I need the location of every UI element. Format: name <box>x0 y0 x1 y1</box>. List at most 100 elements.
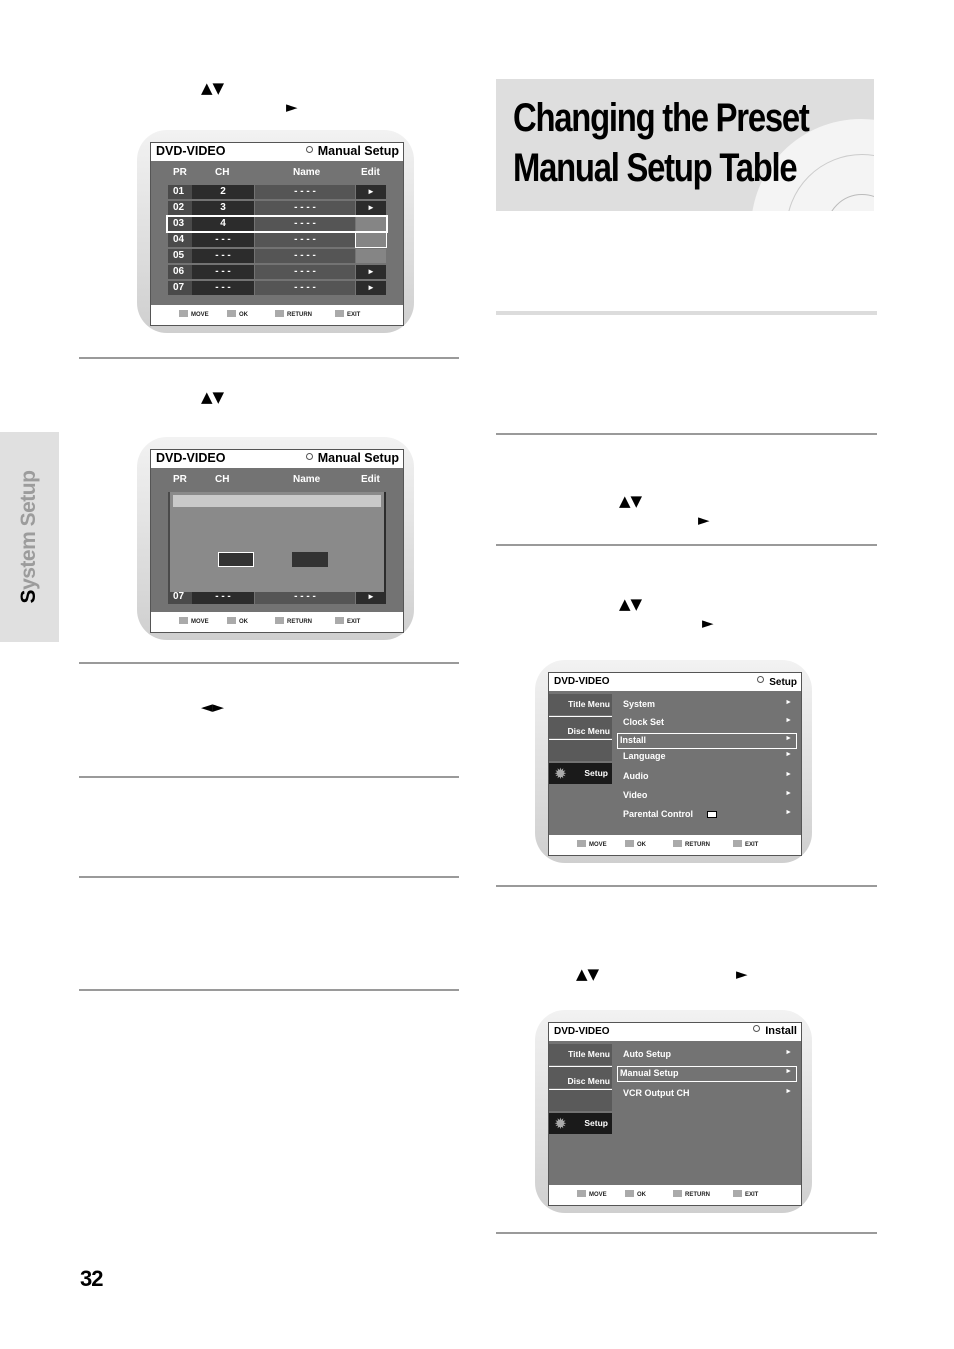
dialog-title-bar <box>173 495 381 507</box>
page-number: 32 <box>80 1266 104 1291</box>
divider <box>496 311 877 315</box>
table-row[interactable]: 04- - -- - - - <box>168 232 387 248</box>
nav-disc-menu[interactable]: Disc Menu <box>549 716 612 738</box>
divider <box>79 989 459 991</box>
ok-icon <box>625 1190 634 1197</box>
up-down-arrow-icon: ▲▼ <box>619 595 643 613</box>
edit-arrow-button[interactable]: ► <box>356 201 386 215</box>
gear-icon: ✹ <box>555 766 566 781</box>
menu-item-video[interactable]: Video ► <box>621 789 796 803</box>
osd-screen-manual-setup-popup: DVD-VIDEO Manual Setup PR CH Name Edit 0… <box>137 437 414 640</box>
table-row[interactable]: 05- - -- - - - <box>168 249 386 263</box>
osd-footer: MOVE OK RETURN EXIT <box>151 612 403 632</box>
osd-footer: MOVE OK RETURN EXIT <box>151 305 403 325</box>
move-icon <box>577 840 586 847</box>
title-banner: Changing the Preset Manual Setup Table <box>496 79 874 211</box>
menu-item-manual-setup[interactable]: Manual Setup ► <box>617 1066 797 1082</box>
menu-item-auto-setup[interactable]: Auto Setup ► <box>621 1048 796 1062</box>
edit-arrow-button[interactable]: ► <box>356 265 386 279</box>
menu-item-vcr-output-ch[interactable]: VCR Output CH ► <box>621 1087 796 1101</box>
move-icon <box>577 1190 586 1197</box>
right-arrow-icon: ► <box>702 614 714 632</box>
dialog-no-button[interactable] <box>292 552 328 567</box>
lock-icon <box>707 811 717 818</box>
table-row[interactable]: 01 2- - - - ► <box>168 185 386 199</box>
section-tab-label: System Setup <box>17 470 40 604</box>
menu-item-install[interactable]: Install ► <box>617 733 797 749</box>
table-row[interactable]: 02 3- - - - ► <box>168 201 386 215</box>
divider <box>79 876 459 878</box>
osd-brand: DVD-VIDEO <box>156 144 226 158</box>
column-header-pr: PR <box>173 167 187 178</box>
nav-setup[interactable]: Setup ✹ <box>549 1113 612 1134</box>
osd-header: DVD-VIDEO Manual Setup <box>151 450 403 468</box>
exit-icon <box>335 310 344 317</box>
right-arrow-icon: ► <box>736 965 748 983</box>
gear-icon: ✹ <box>555 1116 566 1131</box>
menu-item-system[interactable]: System ► <box>621 698 796 712</box>
column-header-edit: Edit <box>361 167 380 178</box>
section-tab: System Setup <box>0 432 59 642</box>
left-right-arrow-icon: ◄► <box>201 698 225 716</box>
right-arrow-icon: ► <box>286 98 298 116</box>
menu-item-clock-set[interactable]: Clock Set ► <box>621 716 796 730</box>
move-icon <box>179 617 188 624</box>
up-down-arrow-icon: ▲▼ <box>576 965 600 983</box>
ok-icon <box>625 840 634 847</box>
divider <box>496 885 877 887</box>
exit-icon <box>335 617 344 624</box>
divider <box>496 433 877 435</box>
dialog-yes-button[interactable] <box>218 552 254 567</box>
return-hint: RETURN <box>275 310 312 318</box>
nav-title-menu[interactable]: Title Menu <box>549 694 612 715</box>
return-icon <box>275 617 284 624</box>
circle-icon <box>305 146 313 153</box>
ok-icon <box>227 310 236 317</box>
divider <box>79 662 459 664</box>
menu-item-language[interactable]: Language ► <box>621 750 796 764</box>
table-row: 07- - -- - - - ► <box>168 590 386 604</box>
menu-item-audio[interactable]: Audio ► <box>621 770 796 784</box>
move-icon <box>179 310 188 317</box>
edit-arrow-button[interactable]: ► <box>356 281 386 295</box>
table-row[interactable]: 07- - -- - - - ► <box>168 281 386 295</box>
exit-hint: EXIT <box>335 310 360 318</box>
nav-title-menu[interactable]: Title Menu <box>549 1044 612 1065</box>
column-header-name: Name <box>293 167 321 178</box>
ok-hint: OK <box>227 310 248 318</box>
osd-header: DVD-VIDEO Manual Setup <box>151 143 403 161</box>
osd-screen-setup-menu: DVD-VIDEO Setup Title Menu Disc Menu Set… <box>535 660 812 863</box>
divider <box>79 357 459 359</box>
column-header-ch: CH <box>215 167 230 178</box>
circle-icon <box>305 453 313 460</box>
up-down-arrow-icon: ▲▼ <box>201 79 225 97</box>
exit-icon <box>733 840 742 847</box>
table-row[interactable]: 06- - -- - - - ► <box>168 265 386 279</box>
divider <box>496 1232 877 1234</box>
edit-arrow-button[interactable]: ► <box>356 185 386 199</box>
circle-icon <box>757 676 765 683</box>
divider <box>496 544 877 546</box>
up-down-arrow-icon: ▲▼ <box>619 492 643 510</box>
menu-item-parental-control[interactable]: Parental Control ► <box>621 808 796 822</box>
table-row-selected[interactable]: 03 4- - - - <box>166 215 388 233</box>
circle-icon <box>753 1025 761 1032</box>
ok-icon <box>227 617 236 624</box>
return-icon <box>673 840 682 847</box>
osd-title: Manual Setup <box>317 144 399 158</box>
return-icon <box>275 310 284 317</box>
nav-disc-menu[interactable]: Disc Menu <box>549 1066 612 1088</box>
osd-screen-manual-setup-table: DVD-VIDEO Manual Setup PR CH Name Edit 0… <box>137 130 414 333</box>
return-icon <box>673 1190 682 1197</box>
up-down-arrow-icon: ▲▼ <box>201 388 225 406</box>
nav-function-menu[interactable] <box>549 1089 612 1111</box>
confirmation-dialog <box>170 492 384 592</box>
right-arrow-icon: ► <box>698 511 710 529</box>
nav-function-menu[interactable] <box>549 739 612 761</box>
nav-setup[interactable]: Setup ✹ <box>549 763 612 784</box>
divider <box>79 776 459 778</box>
osd-screen-install-menu: DVD-VIDEO Install Title Menu Disc Menu S… <box>535 1010 812 1213</box>
exit-icon <box>733 1190 742 1197</box>
move-hint: MOVE <box>179 310 209 318</box>
page-title: Changing the Preset Manual Setup Table <box>513 96 810 190</box>
